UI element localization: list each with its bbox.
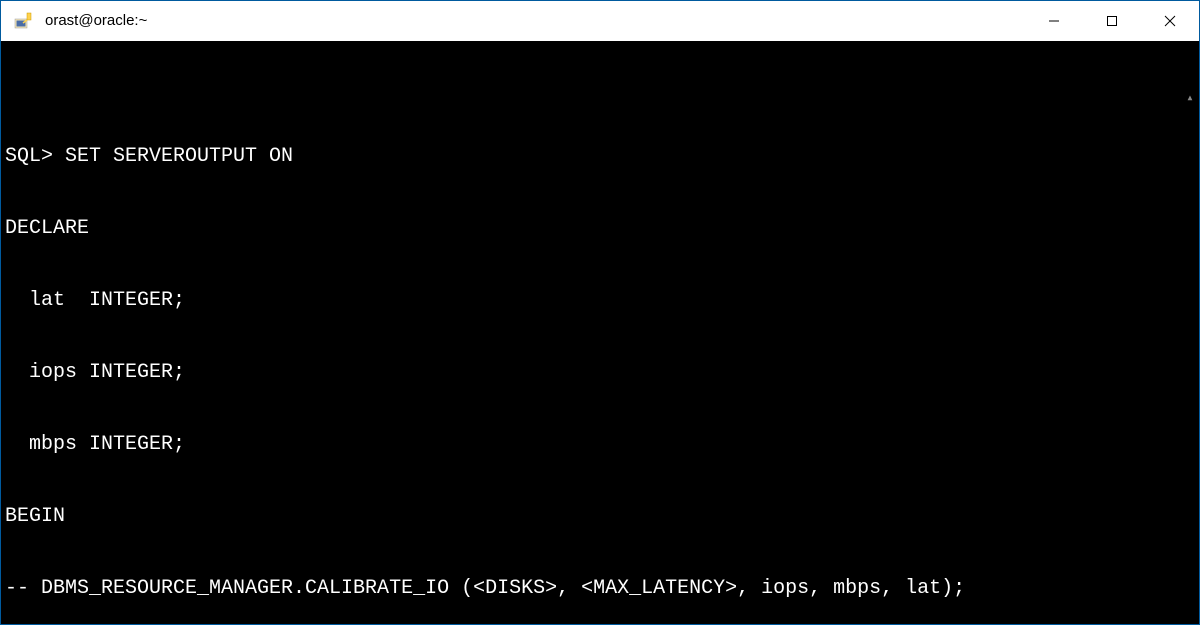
terminal-area[interactable]: SQL> SET SERVEROUTPUT ON DECLARE lat INT…: [1, 41, 1199, 624]
minimize-button[interactable]: [1025, 1, 1083, 40]
terminal-line: BEGIN: [5, 505, 1199, 529]
close-button[interactable]: [1141, 1, 1199, 40]
putty-window: orast@oracle:~ SQL> SET SERVEROUTPUT ON …: [0, 0, 1200, 625]
putty-icon: [13, 11, 33, 31]
scroll-up-arrow[interactable]: ▴: [1181, 89, 1199, 107]
window-title: orast@oracle:~: [45, 12, 1025, 29]
terminal-line: lat INTEGER;: [5, 289, 1199, 313]
scrollbar[interactable]: ▴: [1181, 41, 1199, 624]
terminal-line: SQL> SET SERVEROUTPUT ON: [5, 145, 1199, 169]
window-controls: [1025, 1, 1199, 40]
title-bar[interactable]: orast@oracle:~: [1, 1, 1199, 41]
terminal-line: iops INTEGER;: [5, 361, 1199, 385]
terminal-line: DECLARE: [5, 217, 1199, 241]
terminal-line: -- DBMS_RESOURCE_MANAGER.CALIBRATE_IO (<…: [5, 577, 1199, 601]
maximize-button[interactable]: [1083, 1, 1141, 40]
terminal-line: mbps INTEGER;: [5, 433, 1199, 457]
